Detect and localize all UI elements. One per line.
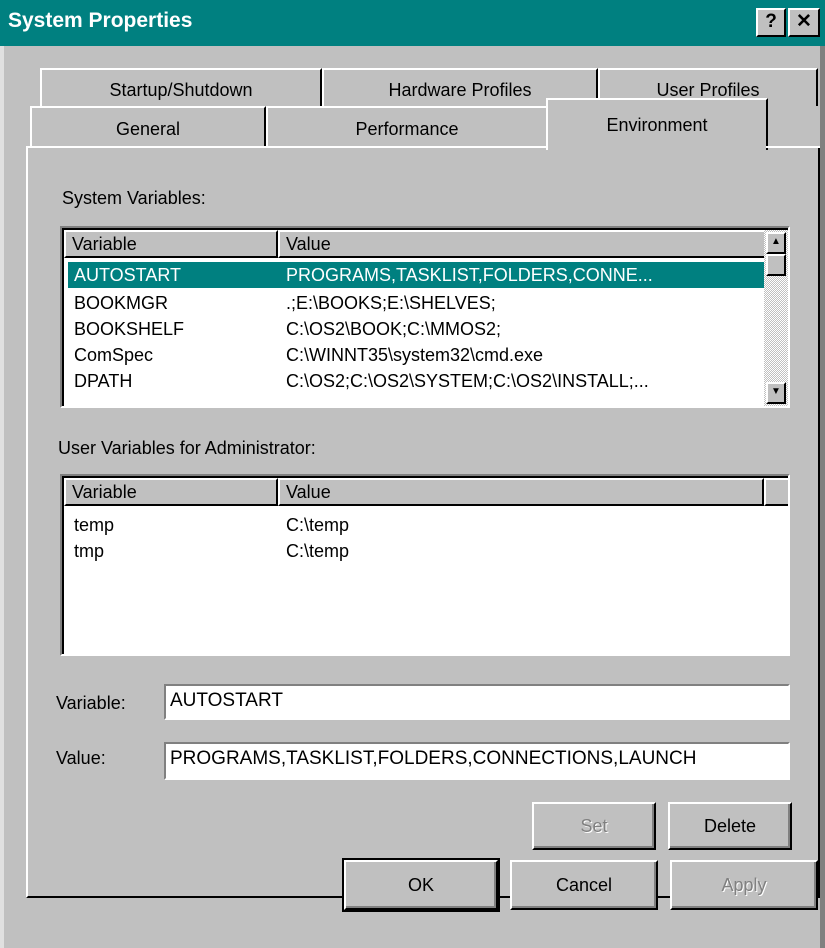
set-button-label: Set xyxy=(580,816,608,836)
list-item[interactable]: BOOKMGR .;E:\BOOKS;E:\SHELVES; xyxy=(68,290,764,316)
help-button[interactable]: ? xyxy=(756,8,786,37)
variable-name: temp xyxy=(74,515,115,535)
arrow-up-icon: ▲ xyxy=(771,236,781,247)
ok-button-label: OK xyxy=(407,875,434,895)
scroll-down-button[interactable]: ▼ xyxy=(766,382,786,404)
column-header-value[interactable]: Value xyxy=(278,230,778,258)
tab-environment[interactable]: Environment xyxy=(546,98,768,150)
list-item[interactable]: BOOKSHELF C:\OS2\BOOK;C:\MMOS2; xyxy=(68,316,764,342)
close-icon: ✕ xyxy=(796,11,812,32)
apply-button-label: Apply xyxy=(721,875,767,895)
list-item[interactable]: DPATH C:\OS2;C:\OS2\SYSTEM;C:\OS2\INSTAL… xyxy=(68,368,764,394)
window-left-edge xyxy=(0,46,4,948)
list-item[interactable]: temp C:\temp xyxy=(68,512,764,538)
tab-environment-label: Environment xyxy=(606,115,708,135)
scroll-up-button[interactable]: ▲ xyxy=(766,232,786,254)
column-header-variable[interactable]: Variable xyxy=(64,230,278,258)
delete-button-label: Delete xyxy=(703,816,757,836)
variable-value: C:\OS2;C:\OS2\SYSTEM;C:\OS2\INSTALL;... xyxy=(286,371,649,391)
variable-value: C:\WINNT35\system32\cmd.exe xyxy=(286,345,544,365)
list-frame: Variable Value temp C:\temp tmp C:\temp xyxy=(62,476,788,654)
list-item[interactable]: ComSpec C:\WINNT35\system32\cmd.exe xyxy=(68,342,764,368)
window-right-edge xyxy=(820,46,825,948)
user-variables-list[interactable]: Variable Value temp C:\temp tmp C:\temp xyxy=(60,474,790,656)
set-button[interactable]: Set xyxy=(532,802,656,850)
arrow-down-icon: ▼ xyxy=(771,386,781,397)
column-header-variable[interactable]: Variable xyxy=(64,478,278,506)
value-field-label: Value: xyxy=(56,748,106,768)
value-field[interactable]: PROGRAMS,TASKLIST,FOLDERS,CONNECTIONS,LA… xyxy=(164,742,790,780)
list-item[interactable]: tmp C:\temp xyxy=(68,538,764,564)
system-variables-list[interactable]: Variable Value AUTOSTART PROGRAMS,TASKLI… xyxy=(60,226,790,408)
window-title: System Properties xyxy=(8,9,193,32)
tab-performance[interactable]: Performance xyxy=(266,106,548,146)
close-button[interactable]: ✕ xyxy=(788,8,820,37)
column-header-spacer xyxy=(764,478,788,506)
variable-value: C:\OS2\BOOK;C:\MMOS2; xyxy=(286,319,502,339)
tab-startup-shutdown[interactable]: Startup/Shutdown xyxy=(40,68,322,106)
variable-name: AUTOSTART xyxy=(74,265,182,285)
variable-name: ComSpec xyxy=(74,345,154,365)
user-variables-label: User Variables for Administrator: xyxy=(58,438,316,458)
list-item[interactable]: AUTOSTART PROGRAMS,TASKLIST,FOLDERS,CONN… xyxy=(68,262,764,288)
tab-general[interactable]: General xyxy=(30,106,266,146)
tab-performance-label: Performance xyxy=(355,119,459,139)
variable-name: BOOKMGR xyxy=(74,293,169,313)
ok-button[interactable]: OK xyxy=(342,858,500,912)
variable-field-label: Variable: xyxy=(56,693,126,713)
variable-value: .;E:\BOOKS;E:\SHELVES; xyxy=(286,293,496,313)
delete-button[interactable]: Delete xyxy=(668,802,792,850)
list-frame: Variable Value AUTOSTART PROGRAMS,TASKLI… xyxy=(62,228,788,406)
cancel-button[interactable]: Cancel xyxy=(510,860,658,910)
variable-value: PROGRAMS,TASKLIST,FOLDERS,CONNE... xyxy=(286,265,653,285)
tab-startup-shutdown-label: Startup/Shutdown xyxy=(109,80,253,100)
tab-general-label: General xyxy=(115,119,181,139)
variable-value: C:\temp xyxy=(286,515,350,535)
variable-value: C:\temp xyxy=(286,541,350,561)
variable-name: BOOKSHELF xyxy=(74,319,185,339)
apply-button[interactable]: Apply xyxy=(670,860,818,910)
variable-name: DPATH xyxy=(74,371,133,391)
system-variables-label: System Variables: xyxy=(62,188,206,208)
variable-field[interactable]: AUTOSTART xyxy=(164,684,790,720)
scroll-thumb[interactable] xyxy=(766,254,786,276)
cancel-button-label: Cancel xyxy=(555,875,613,895)
tab-hardware-profiles-label: Hardware Profiles xyxy=(388,80,532,100)
variable-name: tmp xyxy=(74,541,105,561)
column-header-value[interactable]: Value xyxy=(278,478,764,506)
